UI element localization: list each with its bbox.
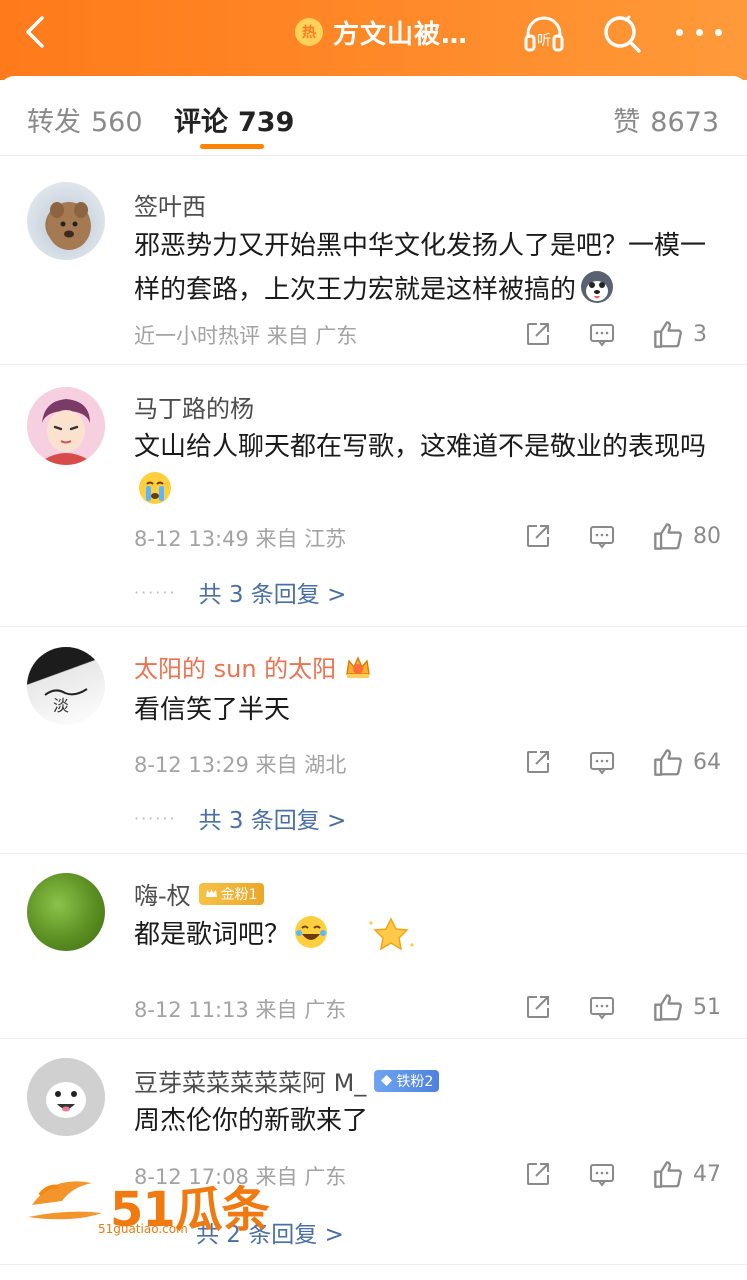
view-replies-link[interactable]: ······ 共 3 条回复 > [134, 575, 346, 609]
tab-repost[interactable]: 转发 560 [27, 100, 143, 139]
comment-text: 看信笑了半天 [134, 695, 291, 725]
comment-text: 周杰伦你的新歌来了 [134, 1106, 369, 1136]
reply-icon[interactable] [589, 523, 615, 549]
reply-icon[interactable] [589, 749, 615, 775]
username[interactable]: 豆芽菜菜菜菜菜阿 M_ 铁粉2 [134, 1063, 440, 1098]
comment-item: 嗨-权 金粉1 都是歌词吧？ 8-12 11:13 来自 广东 51 [0, 854, 747, 1039]
more-options-icon[interactable] [676, 22, 722, 42]
username[interactable]: 嗨-权 金粉1 [134, 876, 264, 911]
like-count: 80 [693, 523, 721, 549]
star-sparkle-icon [369, 917, 414, 951]
comment-actions: 3 [525, 319, 721, 349]
view-replies-link[interactable]: ······ 共 3 条回复 > [134, 801, 346, 835]
username[interactable]: 签叶西 [134, 187, 206, 222]
comment-actions: 64 [525, 747, 721, 777]
like-icon[interactable] [653, 992, 683, 1022]
tab-bar: 转发 560 评论 739 赞 8673 [0, 76, 747, 156]
comment-text: 邪恶势力又开始黑中华文化发扬人了是吧？一模一样的套路，上次王力宏就是这样被搞的 [134, 231, 707, 305]
like-icon[interactable] [653, 1159, 683, 1189]
top-bar: 热 方文山被… 听 [0, 0, 747, 80]
diamond-icon [381, 1075, 393, 1086]
header-title[interactable]: 热 方文山被… [295, 14, 468, 50]
comment-item: 签叶西 邪恶势力又开始黑中华文化发扬人了是吧？一模一样的套路，上次王力宏就是这样… [0, 157, 747, 365]
comment-text: 都是歌词吧？ [134, 913, 724, 957]
avatar[interactable] [27, 387, 105, 465]
share-icon[interactable] [525, 994, 551, 1020]
comment-meta: 8-12 11:13 来自 广东 [134, 998, 347, 1022]
fan-level-badge: 铁粉2 [374, 1069, 440, 1092]
comment-item: 马丁路的杨 文山给人聊天都在写歌，这难道不是敬业的表现吗 8-12 13:49 … [0, 365, 747, 627]
crown-vip-icon [346, 655, 371, 678]
listen-headphones-icon[interactable]: 听 [522, 12, 566, 56]
avatar[interactable] [27, 182, 105, 260]
share-icon[interactable] [525, 321, 551, 347]
active-tab-indicator [200, 144, 264, 149]
comment-meta: 近一小时热评 来自 广东 [134, 324, 358, 348]
tab-likes[interactable]: 赞 8673 [613, 100, 719, 139]
like-icon[interactable] [653, 319, 683, 349]
reply-icon[interactable] [589, 994, 615, 1020]
share-icon[interactable] [525, 749, 551, 775]
svg-text:淡: 淡 [53, 696, 69, 715]
comment-actions: 47 [525, 1159, 721, 1189]
search-icon[interactable] [600, 12, 644, 56]
hot-badge-icon: 热 [295, 18, 323, 46]
comment-actions: 80 [525, 521, 721, 551]
comment-meta: 8-12 13:29 来自 湖北 [134, 753, 347, 777]
username[interactable]: 太阳的 sun 的太阳 [134, 649, 372, 684]
back-arrow-icon[interactable] [18, 14, 54, 50]
comment-text: 文山给人聊天都在写歌，这难道不是敬业的表现吗 [134, 425, 724, 513]
watermark-url: 51guatiao.com [98, 1222, 188, 1236]
like-icon[interactable] [653, 747, 683, 777]
laughing-tears-icon [295, 916, 328, 948]
like-count: 3 [693, 321, 707, 347]
crying-face-icon [139, 472, 171, 504]
like-count: 51 [693, 994, 721, 1020]
reply-icon[interactable] [589, 321, 615, 347]
like-count: 64 [693, 749, 721, 775]
username[interactable]: 马丁路的杨 [134, 389, 254, 424]
like-count: 47 [693, 1161, 721, 1187]
avatar[interactable] [27, 1058, 105, 1136]
share-icon[interactable] [525, 1161, 551, 1187]
page-title: 方文山被… [333, 19, 469, 50]
comment-meta: 8-12 13:49 来自 江苏 [134, 527, 347, 551]
husky-icon [581, 271, 614, 303]
comment-actions: 51 [525, 992, 721, 1022]
like-icon[interactable] [653, 521, 683, 551]
fan-level-badge: 金粉1 [198, 882, 264, 905]
comment-item: 淡 太阳的 sun 的太阳 看信笑了半天 8-12 13:29 来自 湖北 64… [0, 627, 747, 854]
avatar[interactable]: 淡 [27, 647, 105, 725]
svg-text:听: 听 [537, 33, 551, 49]
tab-comments[interactable]: 评论 739 [174, 100, 294, 139]
share-icon[interactable] [525, 523, 551, 549]
reply-icon[interactable] [589, 1161, 615, 1187]
avatar[interactable] [27, 873, 105, 951]
crown-icon [205, 889, 217, 897]
